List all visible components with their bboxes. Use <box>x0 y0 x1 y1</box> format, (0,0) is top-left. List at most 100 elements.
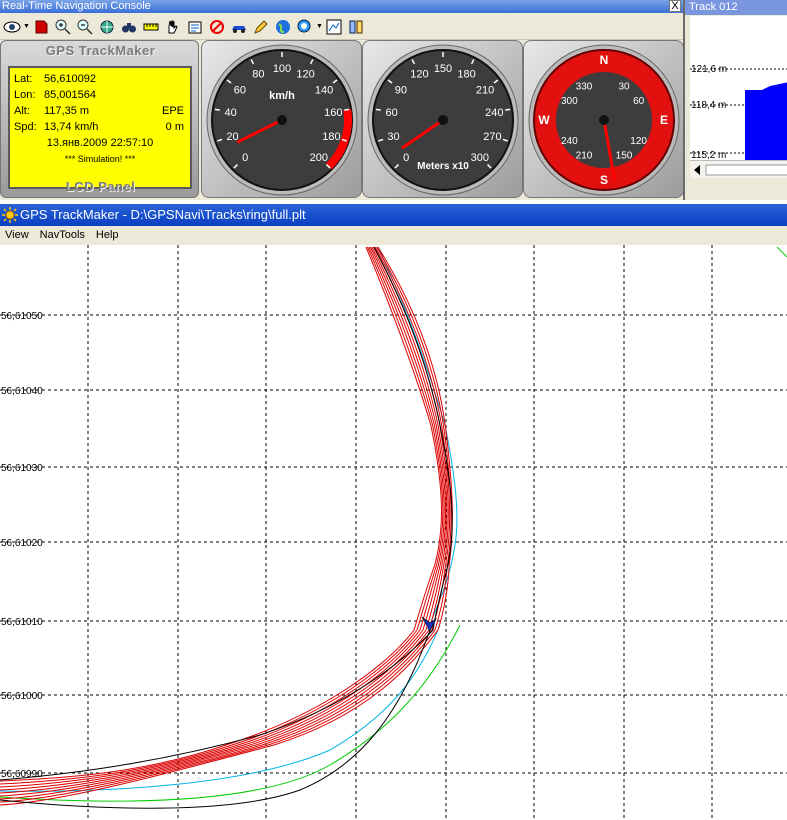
latitude-label: 56,61040 <box>1 386 43 397</box>
altitude-profile-fill <box>745 82 787 160</box>
track-red <box>0 246 442 782</box>
compass-label: 30 <box>618 81 630 92</box>
menu-bar: View NavTools Help <box>0 226 787 245</box>
epe-value: 0 m <box>165 121 184 133</box>
dropdown-arrow-icon[interactable]: ▼ <box>316 17 323 37</box>
console-title: Real-Time Navigation Console <box>2 0 151 12</box>
gauge-tick-label: 100 <box>273 63 291 75</box>
gauge-tick-label: 180 <box>457 69 475 81</box>
bookmark-icon[interactable] <box>31 17 51 37</box>
track-cyan <box>0 624 441 792</box>
zoom-in-icon[interactable] <box>53 17 73 37</box>
track-black <box>0 246 453 781</box>
gauge-tick-label: 80 <box>252 69 264 81</box>
track-red <box>0 246 451 800</box>
lcd-screen: Lat: 56,610092 Lon: 85,001564 Alt: 117,35 m… <box>8 66 192 189</box>
epe-label: EPE <box>161 105 184 117</box>
menu-navtools[interactable]: NavTools <box>35 226 91 245</box>
alt-label-bottom: 115,2 m <box>691 150 726 160</box>
map-view-icon[interactable] <box>324 17 344 37</box>
gauge-tick-label: 180 <box>322 131 340 143</box>
gauge-tick-label: 270 <box>483 131 501 143</box>
compass-gauge: N 30 60 E 120 150 S 210 240 W 300 330 <box>523 40 684 198</box>
toolbar: ▼ ▼ <box>0 14 683 40</box>
compass-label: N <box>600 53 609 67</box>
sun-icon <box>2 207 18 223</box>
compass-label: 330 <box>576 81 593 92</box>
latitude-label: 56,61020 <box>1 538 43 549</box>
compass-label: E <box>660 113 668 127</box>
zoom-out-icon[interactable] <box>75 17 95 37</box>
compass-label: 60 <box>633 96 645 107</box>
gauge-tick <box>375 108 381 111</box>
pencil-icon[interactable] <box>251 17 271 37</box>
map-grid <box>0 245 787 820</box>
track-red <box>0 246 445 788</box>
globe-icon[interactable] <box>97 17 117 37</box>
track-green-edge <box>776 246 787 258</box>
dropdown-arrow-icon[interactable]: ▼ <box>23 17 30 37</box>
scroll-left-icon[interactable] <box>694 165 700 175</box>
gauge-tick-label: 200 <box>310 152 328 164</box>
gauge-tick-label: 120 <box>410 69 428 81</box>
speed-unit: km/h <box>269 90 295 102</box>
status-text: *** Simulation! *** <box>64 154 136 164</box>
alt-label: Alt: <box>14 105 30 117</box>
hand-icon[interactable] <box>163 17 183 37</box>
track-red <box>0 246 447 791</box>
eye-icon[interactable] <box>2 17 22 37</box>
ruler-icon[interactable] <box>141 17 161 37</box>
lcd-panel-label: LCD Panel <box>65 179 136 194</box>
properties-icon[interactable] <box>185 17 205 37</box>
earth-icon[interactable] <box>273 17 293 37</box>
needle-hub <box>277 115 287 125</box>
menu-help[interactable]: Help <box>91 226 125 245</box>
track-red <box>0 246 449 797</box>
compass-label: 120 <box>630 136 647 147</box>
navigation-console: Real-Time Navigation Console X ▼ ▼ GPS T… <box>0 0 684 200</box>
lon-label: Lon: <box>14 89 36 101</box>
gauge-tick-label: 210 <box>476 84 494 96</box>
needle-hub <box>599 115 609 125</box>
gauge-tick-label: 60 <box>234 84 246 96</box>
alt-label-mid: 118,4 m <box>691 100 726 111</box>
gauge-tick-label: 0 <box>242 152 248 164</box>
datetime: 13.янв.2009 22:57:10 <box>46 137 154 149</box>
needle-hub <box>438 115 448 125</box>
gauge-tick <box>505 108 511 111</box>
track-title: Track 012 <box>685 0 787 15</box>
track-red <box>0 246 444 785</box>
altitude-profile: 121,6 m 118,4 m 115,2 m <box>690 16 787 161</box>
latitude-label: 56,61050 <box>1 311 43 322</box>
latitude-label: 56,60990 <box>1 769 43 780</box>
binoculars-icon[interactable] <box>119 17 139 37</box>
compass-label: W <box>538 113 550 127</box>
search-icon[interactable] <box>295 17 315 37</box>
alt-value: 117,35 m <box>44 105 90 117</box>
no-entry-icon[interactable] <box>207 17 227 37</box>
altitude-unit: Meters x10 <box>417 161 469 172</box>
track-profile-panel: Track 012 121,6 m 118,4 m 115,2 m <box>683 0 787 200</box>
menu-view[interactable]: View <box>0 226 35 245</box>
console-title-bar[interactable]: Real-Time Navigation Console <box>0 0 683 13</box>
spd-value: 13,74 km/h <box>44 121 99 133</box>
gauge-tick-label: 150 <box>434 63 452 75</box>
alt-label-top: 121,6 m <box>691 64 727 75</box>
track-green <box>0 624 461 802</box>
latitude-label: 56,61030 <box>1 463 43 474</box>
track-red <box>0 246 452 803</box>
gauge-tick-label: 30 <box>387 131 399 143</box>
compass-label: 210 <box>576 151 593 162</box>
compass-label: 240 <box>561 136 578 147</box>
gauge-tick-label: 60 <box>386 107 398 119</box>
map-canvas[interactable]: 56,61050 56,61040 56,61030 56,61020 56,61010… <box>0 245 787 820</box>
compass-label: 150 <box>616 151 633 162</box>
gauge-tick-label: 240 <box>485 107 503 119</box>
gauge-tick-label: 300 <box>471 152 489 164</box>
layers-icon[interactable] <box>346 17 366 37</box>
car-icon[interactable] <box>229 17 249 37</box>
close-button[interactable]: X <box>669 0 681 12</box>
speed-gauge: 0 20 40 60 80 100 120 140 160 180 200 km/h <box>201 40 362 198</box>
main-title-bar[interactable]: GPS TrackMaker - D:\GPSNavi\Tracks\ring\… <box>0 204 787 226</box>
horizontal-scrollbar[interactable] <box>690 160 787 178</box>
